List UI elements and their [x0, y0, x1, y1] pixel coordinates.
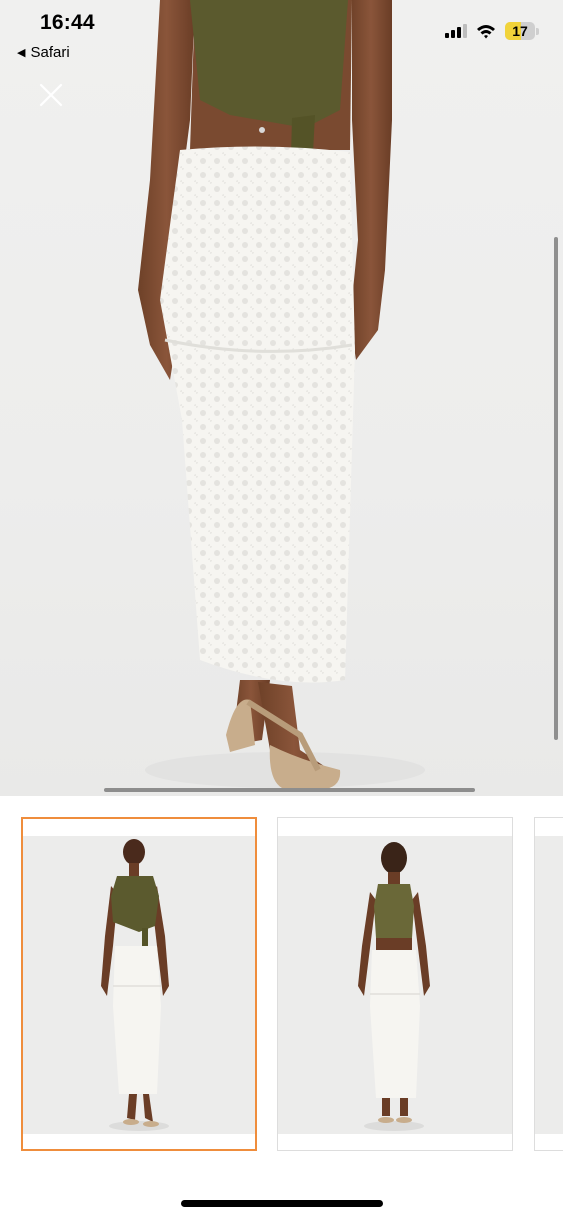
thumbnail-next[interactable] [534, 817, 563, 1151]
close-button[interactable] [36, 80, 66, 110]
thumbnail-photo-front [23, 836, 255, 1134]
thumbnail-photo-next [535, 836, 563, 1134]
back-label: Safari [30, 44, 70, 61]
model-photo [138, 0, 425, 790]
model-front-figure [101, 839, 169, 1131]
home-indicator [181, 1200, 383, 1207]
thumbnail-photo-back [278, 836, 512, 1134]
cellular-signal-icon [445, 24, 467, 38]
model-back-figure [358, 842, 430, 1131]
status-time: 16:44 [40, 11, 95, 34]
thumbnail-back[interactable] [277, 817, 513, 1151]
back-arrow-icon: ◀ [17, 47, 26, 59]
back-to-safari-link[interactable]: ◀ Safari [17, 44, 70, 61]
battery-icon: 17 [505, 22, 539, 40]
close-icon [39, 83, 63, 107]
status-icons: 17 [445, 22, 539, 40]
wifi-icon [477, 24, 495, 38]
vertical-scrollbar[interactable] [554, 237, 558, 740]
thumbnail-front[interactable] [21, 817, 257, 1151]
battery-level: 17 [512, 23, 528, 39]
horizontal-scroll-indicator[interactable] [104, 788, 475, 792]
product-image-main[interactable] [0, 0, 563, 796]
